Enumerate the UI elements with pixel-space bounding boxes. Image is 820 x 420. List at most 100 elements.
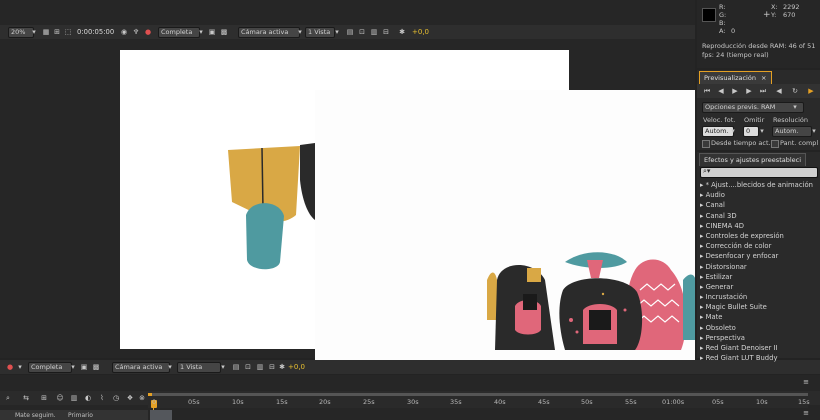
effects-search[interactable]: ⌕▾ — [700, 167, 818, 178]
resolution-bottom-arrow-icon[interactable]: ▾ — [69, 363, 77, 371]
timeline-panel-menu-icon[interactable]: ≡ — [802, 409, 810, 417]
close-tab-icon[interactable]: × — [761, 74, 766, 82]
effects-category[interactable]: ▸ Canal 3D — [700, 211, 818, 221]
shy-icon[interactable]: ☺ — [56, 394, 64, 402]
views-bottom-arrow-icon[interactable]: ▾ — [219, 363, 227, 371]
preview-options-arrow-icon[interactable]: ▾ — [791, 103, 799, 111]
pixel-aspect-bottom-icon[interactable]: ▤ — [232, 363, 240, 371]
parent-header[interactable]: Primario — [68, 412, 93, 419]
views-bottom-select[interactable]: 1 Vista — [177, 362, 221, 373]
reset-exposure-icon[interactable]: ✱ — [398, 28, 406, 36]
frame-blending-icon[interactable]: ▥ — [70, 394, 78, 402]
channel-rgb-icon[interactable]: ● — [6, 363, 14, 371]
timeline-menu-icon[interactable]: ≡ — [802, 378, 810, 386]
figure-one-hat — [527, 268, 541, 282]
effects-category[interactable]: ▸ Audio — [700, 190, 818, 200]
transparency-grid-icon[interactable]: ▩ — [220, 28, 228, 36]
channel-icon[interactable]: ● — [144, 28, 152, 36]
teal-vase — [683, 274, 695, 340]
effects-category[interactable]: ▸ Estilizar — [700, 272, 818, 282]
camera-select[interactable]: Cámara activa — [238, 27, 300, 38]
effects-category[interactable]: ▸ Desenfocar y enfocar — [700, 251, 818, 261]
comp-flowchart-icon[interactable]: ⊟ — [382, 28, 390, 36]
tab-effects[interactable]: Efectos y ajustes preestableci — [699, 153, 807, 166]
draft-3d-icon[interactable]: ⊞ — [40, 394, 48, 402]
fast-previews-icon[interactable]: ⊡ — [358, 28, 366, 36]
effects-category[interactable]: ▸ Magic Bullet Suite — [700, 302, 818, 312]
effects-category[interactable]: ▸ Mate — [700, 312, 818, 322]
toggle-pixel-aspect-icon[interactable]: ▤ — [346, 28, 354, 36]
timeline-icon[interactable]: ▥ — [370, 28, 378, 36]
effects-search-input[interactable] — [717, 168, 813, 176]
fullscreen-checkbox[interactable] — [771, 140, 779, 148]
graph-editor-icon[interactable]: ⌇ — [98, 394, 106, 402]
stopwatch-icon[interactable]: ◷ — [112, 394, 120, 402]
ram-preview-icon[interactable]: ▶ — [807, 87, 815, 95]
views-select[interactable]: 1 Vista — [305, 27, 335, 38]
fast-preview-bottom-icon[interactable]: ⊡ — [244, 363, 252, 371]
close-icon[interactable]: ⊗ — [138, 394, 146, 402]
resolution-preview-select[interactable]: Autom. — [772, 126, 812, 137]
camera-bottom-arrow-icon[interactable]: ▾ — [166, 363, 174, 371]
dropdown-arrow-icon[interactable]: ▾ — [30, 28, 38, 36]
tab-preview[interactable]: Previsualización × — [699, 71, 772, 84]
r-label: R: — [719, 3, 726, 11]
region-of-interest-icon[interactable]: ⬚ — [64, 28, 72, 36]
flowchart-bottom-icon[interactable]: ⊟ — [268, 363, 276, 371]
brainstorm-icon[interactable]: ❖ — [126, 394, 134, 402]
track-matte-header[interactable]: Mate seguim. — [15, 412, 56, 419]
views-arrow-icon[interactable]: ▾ — [333, 28, 341, 36]
exposure-bottom-value[interactable]: +0,0 — [288, 363, 305, 371]
frame-rate-label: Veloc. fot. — [703, 116, 736, 124]
snapshot-icon[interactable]: ◉ — [120, 28, 128, 36]
resolution-bottom-select[interactable]: Completa — [28, 362, 72, 373]
search-layer-icon[interactable]: ⌕ — [4, 394, 12, 402]
camera-arrow-icon[interactable]: ▾ — [296, 28, 304, 36]
skip-select[interactable]: 0 — [743, 126, 759, 137]
figure-one-phone — [523, 294, 537, 310]
region-bottom-icon[interactable]: ▣ — [80, 363, 88, 371]
audio-icon[interactable]: ◀ — [775, 87, 783, 95]
last-frame-icon[interactable]: ⏭ — [759, 87, 767, 95]
grid-icon[interactable]: ⊞ — [53, 28, 61, 36]
comp-mini-flowchart-icon[interactable]: ⇆ — [22, 394, 30, 402]
exposure-value[interactable]: +0,0 — [412, 28, 429, 36]
from-current-checkbox[interactable] — [702, 140, 710, 148]
list-item: Red Giant Denoiser II — [705, 344, 778, 352]
target-region-icon[interactable]: ▣ — [208, 28, 216, 36]
next-frame-icon[interactable]: ▶ — [745, 87, 753, 95]
time-ruler[interactable] — [148, 396, 808, 408]
camera-bottom-select[interactable]: Cámara activa — [112, 362, 170, 373]
timeline-bottom-icon[interactable]: ▥ — [256, 363, 264, 371]
frame-rate-arrow-icon[interactable]: ▾ — [729, 127, 737, 135]
effects-category[interactable]: ▸ Obsoleto — [700, 323, 818, 333]
effects-category[interactable]: ▸ Generar — [700, 282, 818, 292]
resolution-preview-arrow-icon[interactable]: ▾ — [810, 127, 818, 135]
effects-category[interactable]: ▸ Controles de expresión — [700, 231, 818, 241]
effects-category[interactable]: ▸ Canal — [700, 200, 818, 210]
effects-category[interactable]: ▸ Corrección de color — [700, 241, 818, 251]
work-area-range[interactable] — [150, 410, 172, 420]
effects-category[interactable]: ▸ Red Giant LUT Buddy — [700, 353, 818, 363]
previous-frame-icon[interactable]: ◀ — [717, 87, 725, 95]
preview-options-select[interactable]: Opciones previs. RAM — [702, 102, 804, 113]
checker-bottom-icon[interactable]: ▩ — [92, 363, 100, 371]
resolution-arrow-icon[interactable]: ▾ — [197, 28, 205, 36]
first-frame-icon[interactable]: ⏮ — [703, 87, 711, 95]
effects-category[interactable]: ▸ Red Giant Denoiser II — [700, 343, 818, 353]
effects-category[interactable]: ▸ Distorsionar — [700, 262, 818, 272]
current-time[interactable]: 0:00:05:00 — [77, 28, 114, 36]
loop-icon[interactable]: ↻ — [791, 87, 799, 95]
show-snapshot-icon[interactable]: ♆ — [132, 28, 140, 36]
channel-arrow-icon[interactable]: ▾ — [16, 363, 24, 371]
resolution-select[interactable]: Completa — [158, 27, 200, 38]
exposure-bottom-icon[interactable]: ✱ — [278, 363, 286, 371]
safe-zones-icon[interactable]: ▦ — [42, 28, 50, 36]
effects-category[interactable]: ▸ * Ajust....blecidos de animación — [700, 180, 818, 190]
skip-arrow-icon[interactable]: ▾ — [758, 127, 766, 135]
effects-category[interactable]: ▸ CINEMA 4D — [700, 221, 818, 231]
motion-blur-icon[interactable]: ◐ — [84, 394, 92, 402]
play-icon[interactable]: ▶ — [731, 87, 739, 95]
effects-category[interactable]: ▸ Incrustación — [700, 292, 818, 302]
effects-category[interactable]: ▸ Perspectiva — [700, 333, 818, 343]
